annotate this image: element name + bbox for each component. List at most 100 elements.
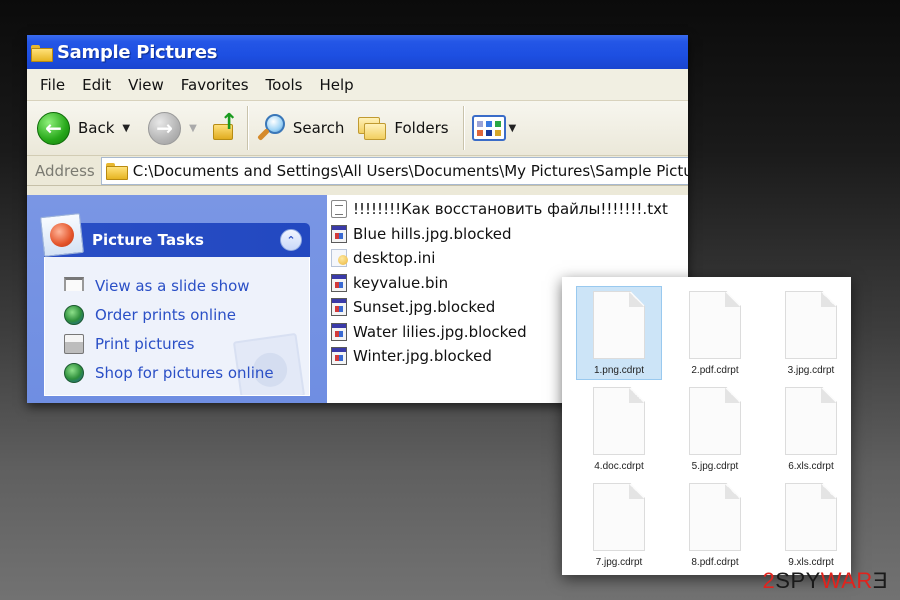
globe-icon (64, 362, 84, 383)
blocked-file-icon (331, 347, 347, 366)
forward-arrow-icon: → (148, 111, 182, 145)
file-tile[interactable]: 1.png.cdrpt (576, 286, 662, 380)
search-button[interactable]: Search (256, 112, 345, 144)
file-item[interactable]: desktop.ini (331, 246, 688, 271)
file-name: 8.pdf.cdrpt (691, 557, 739, 568)
address-label: Address (35, 161, 95, 180)
up-folder-button[interactable]: ↑ (211, 110, 239, 142)
blank-file-icon (689, 291, 741, 359)
file-tile[interactable]: 8.pdf.cdrpt (672, 478, 758, 572)
picture-tasks-header[interactable]: Picture Tasks ⌃ (40, 213, 310, 257)
file-tile[interactable]: 3.jpg.cdrpt (768, 286, 854, 380)
file-tile[interactable]: 7.jpg.cdrpt (576, 478, 662, 572)
up-folder-icon: ↑ (211, 110, 239, 142)
search-icon (256, 112, 288, 144)
address-bar: Address C:\Documents and Settings\All Us… (27, 156, 688, 186)
toolbar-separator (246, 106, 248, 150)
file-tile[interactable]: 9.xls.cdrpt (768, 478, 854, 572)
forward-dropdown-icon[interactable]: ▼ (189, 123, 197, 134)
watermark-part: Ǝ (872, 568, 888, 593)
toolbar: ← Back ▼ → ▼ ↑ Search Folders ▼ (27, 101, 688, 156)
title-bar[interactable]: Sample Pictures (27, 35, 688, 69)
file-name: Water lilies.jpg.blocked (353, 322, 527, 341)
file-name: 9.xls.cdrpt (788, 557, 834, 568)
picture-icon (40, 213, 84, 257)
file-tile[interactable]: 5.jpg.cdrpt (672, 382, 758, 476)
task-pane: Picture Tasks ⌃ View as a slide show Ord… (27, 195, 327, 403)
file-name: keyvalue.bin (353, 273, 449, 292)
task-print-pictures[interactable]: Print pictures (45, 329, 309, 358)
task-order-prints[interactable]: Order prints online (45, 300, 309, 329)
back-label: Back (78, 119, 115, 137)
watermark-part: WAR (820, 568, 873, 593)
blocked-file-icon (331, 224, 347, 243)
folders-label: Folders (394, 119, 449, 137)
blank-file-icon (689, 387, 741, 455)
blocked-file-icon (331, 273, 347, 292)
slideshow-icon (64, 276, 84, 291)
search-label: Search (292, 119, 345, 137)
blank-file-icon (593, 387, 645, 455)
menu-view[interactable]: View (121, 76, 171, 94)
menu-favorites[interactable]: Favorites (174, 76, 256, 94)
blank-file-icon (785, 483, 837, 551)
blocked-file-icon (331, 322, 347, 341)
text-file-icon (331, 200, 347, 219)
file-grid: 1.png.cdrpt 2.pdf.cdrpt 3.jpg.cdrpt 4.do… (576, 286, 854, 572)
file-name: 4.doc.cdrpt (594, 461, 644, 472)
printer-icon (64, 333, 84, 354)
blank-file-icon (785, 291, 837, 359)
file-tile[interactable]: 4.doc.cdrpt (576, 382, 662, 476)
folders-button[interactable]: Folders (356, 114, 449, 142)
folder-icon (105, 163, 128, 180)
task-shop-pictures[interactable]: Shop for pictures online (45, 358, 309, 387)
picture-tasks-list: View as a slide show Order prints online… (44, 257, 310, 396)
watermark-part: 2 (762, 568, 776, 593)
task-link[interactable]: Order prints online (95, 306, 236, 324)
menu-help[interactable]: Help (313, 76, 361, 94)
collapse-chevron-icon[interactable]: ⌃ (280, 229, 302, 251)
folders-icon (356, 114, 388, 142)
file-name: 7.jpg.cdrpt (595, 557, 643, 568)
file-name: 6.xls.cdrpt (788, 461, 834, 472)
views-button[interactable]: ▼ (471, 115, 517, 141)
globe-icon (64, 304, 84, 325)
blank-file-icon (593, 483, 645, 551)
views-dropdown-icon: ▼ (508, 122, 517, 134)
back-dropdown-icon[interactable]: ▼ (122, 123, 130, 134)
file-tile[interactable]: 6.xls.cdrpt (768, 382, 854, 476)
address-input[interactable]: C:\Documents and Settings\All Users\Docu… (100, 156, 688, 185)
menu-bar: File Edit View Favorites Tools Help (27, 69, 688, 101)
2spyware-watermark-logo: 2SPYWARƎ (763, 568, 888, 594)
blocked-file-icon (331, 298, 347, 317)
blank-file-icon (785, 387, 837, 455)
picture-tasks-panel: Picture Tasks ⌃ View as a slide show Ord… (40, 213, 310, 396)
file-tile[interactable]: 2.pdf.cdrpt (672, 286, 758, 380)
file-item[interactable]: Blue hills.jpg.blocked (331, 222, 688, 247)
file-name: 1.png.cdrpt (593, 365, 645, 376)
forward-button[interactable]: → (148, 111, 182, 145)
encrypted-files-window: 1.png.cdrpt 2.pdf.cdrpt 3.jpg.cdrpt 4.do… (562, 277, 851, 575)
back-arrow-icon: ← (37, 111, 70, 145)
menu-edit[interactable]: Edit (75, 76, 118, 94)
task-view-slideshow[interactable]: View as a slide show (45, 271, 309, 300)
back-button[interactable]: ← Back (37, 111, 115, 145)
task-link[interactable]: Shop for pictures online (95, 364, 274, 382)
file-name: Winter.jpg.blocked (353, 347, 492, 366)
menu-tools[interactable]: Tools (259, 76, 310, 94)
folder-icon (31, 44, 53, 62)
blank-file-icon (689, 483, 741, 551)
menu-file[interactable]: File (33, 76, 72, 94)
task-link[interactable]: Print pictures (95, 335, 194, 353)
file-name: 2.pdf.cdrpt (691, 365, 739, 376)
file-name: Blue hills.jpg.blocked (353, 224, 512, 243)
file-name: desktop.ini (353, 249, 436, 268)
file-item[interactable]: !!!!!!!!Как восстановить файлы!!!!!!!.tx… (331, 197, 688, 222)
blank-file-icon (593, 291, 645, 359)
window-title: Sample Pictures (57, 41, 218, 63)
watermark-part: SPY (775, 568, 821, 593)
ini-file-icon (331, 249, 348, 268)
task-link[interactable]: View as a slide show (95, 277, 250, 295)
picture-tasks-title: Picture Tasks (92, 231, 204, 249)
address-path: C:\Documents and Settings\All Users\Docu… (132, 161, 688, 180)
